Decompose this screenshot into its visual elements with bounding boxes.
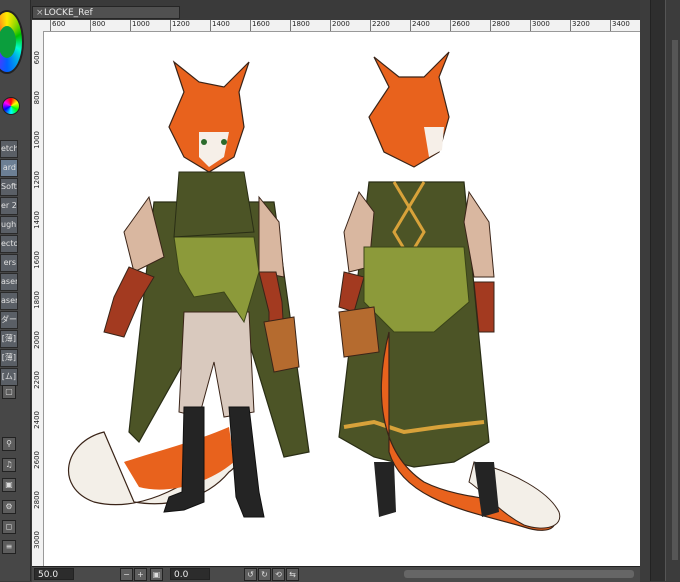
ruler-tick-label: 1800 <box>290 20 310 31</box>
ruler-tick-label: 2400 <box>410 20 430 31</box>
ruler-tick-label: 1400 <box>210 20 230 31</box>
zoom-out-icon[interactable]: − <box>120 568 133 581</box>
ruler-tick-label: 2200 <box>370 20 390 31</box>
ruler-tick-label: 600 <box>33 51 41 65</box>
color-wheel[interactable] <box>0 10 24 74</box>
sub-tool-item[interactable]: ダー <box>0 311 18 329</box>
ruler-tick-label: 3200 <box>570 20 590 31</box>
ruler-tick-label: 1200 <box>170 20 190 31</box>
close-icon[interactable]: × <box>36 7 44 20</box>
document-tab[interactable]: ×LOCKE_Ref Commission_Vitrite* <box>32 6 180 31</box>
ruler-tick-label: 1600 <box>33 251 41 269</box>
status-bar: 50.0 − + ▣ 0.0 ↺ ↻ ⟲ ⇆ <box>32 566 640 582</box>
sub-tool-item[interactable]: ers <box>0 254 18 272</box>
fit-icon[interactable]: ▣ <box>150 568 163 581</box>
zoom-field[interactable]: 50.0 <box>34 568 74 580</box>
search-icon[interactable]: ⚲ <box>2 437 16 451</box>
ruler-tick-label: 2600 <box>450 20 470 31</box>
sub-tool-item[interactable]: ector <box>0 235 18 253</box>
zoom-in-icon[interactable]: + <box>134 568 147 581</box>
lock-icon[interactable]: ▣ <box>2 478 16 492</box>
layer-icon[interactable]: ▢ <box>2 385 16 399</box>
sub-tool-item[interactable]: aser <box>0 292 18 310</box>
sub-tool-item[interactable]: ugh <box>0 216 18 234</box>
character-illustration[interactable] <box>44 32 640 564</box>
ruler-tick-label: 2400 <box>33 411 41 429</box>
ruler-tick-label: 1200 <box>33 171 41 189</box>
ruler-tick-label: 2600 <box>33 451 41 469</box>
clip-icon[interactable]: ◻ <box>2 520 16 534</box>
settings-icon[interactable]: ⚙ <box>2 500 16 514</box>
sub-tool-item[interactable]: [薄] <box>0 330 18 348</box>
ruler-tick-label: 3000 <box>530 20 550 31</box>
sub-tool-item[interactable]: er 2 <box>0 197 18 215</box>
front-view-figure <box>67 60 310 518</box>
vertical-ruler: 600 800 1000 1200 1400 1600 1800 2000 2200 2400 26… <box>32 31 44 566</box>
ruler-tick-label: 3400 <box>610 20 630 31</box>
ruler-tick-label: 600 <box>49 20 66 31</box>
sub-tool-item[interactable]: [薄] <box>0 349 18 367</box>
ruler-tick-label: 1600 <box>250 20 270 31</box>
ruler-tick-label: 2800 <box>490 20 510 31</box>
vertical-scrollbar[interactable] <box>650 0 666 581</box>
flip-icon[interactable]: ⇆ <box>286 568 299 581</box>
ruler-tick-label: 1800 <box>33 291 41 309</box>
ruler-tick-label: 800 <box>33 91 41 105</box>
sub-tool-item[interactable]: Soft <box>0 178 18 196</box>
angle-field[interactable]: 0.0 <box>170 568 210 580</box>
menu-icon[interactable]: ≡ <box>2 540 16 554</box>
sub-tool-item[interactable]: [ム] <box>0 368 18 386</box>
color-wheel-icon[interactable] <box>2 97 20 115</box>
ruler-tick-label: 3000 <box>33 531 41 549</box>
ruler-tick-label: 1000 <box>33 131 41 149</box>
ruler-tick-label: 2000 <box>33 331 41 349</box>
rotate-right-icon[interactable]: ↻ <box>258 568 271 581</box>
ruler-tick-label: 2800 <box>33 491 41 509</box>
ruler-tick-label: 2000 <box>330 20 350 31</box>
bell-icon[interactable]: ♫ <box>2 458 16 472</box>
ruler-tick-label: 800 <box>89 20 106 31</box>
horizontal-scrollbar[interactable] <box>404 570 634 578</box>
sub-tool-item[interactable]: ard <box>0 159 18 177</box>
back-view-figure <box>338 51 561 531</box>
panel-divider[interactable] <box>672 40 678 560</box>
right-panel <box>640 0 680 581</box>
tool-panel: etchPardSofter 2ughectorersaseraserダー[薄]… <box>0 0 31 581</box>
ruler-tick-label: 1400 <box>33 211 41 229</box>
ruler-tick-label: 2200 <box>33 371 41 389</box>
horizontal-ruler: 600 800 1000 1200 1400 1600 1800 2000 2200 2400 26… <box>32 20 640 32</box>
ruler-tick-label: 1000 <box>130 20 150 31</box>
sub-tool-item[interactable]: etchP <box>0 140 18 158</box>
reset-rotation-icon[interactable]: ⟲ <box>272 568 285 581</box>
sub-tool-item[interactable]: aser <box>0 273 18 291</box>
rotate-left-icon[interactable]: ↺ <box>244 568 257 581</box>
